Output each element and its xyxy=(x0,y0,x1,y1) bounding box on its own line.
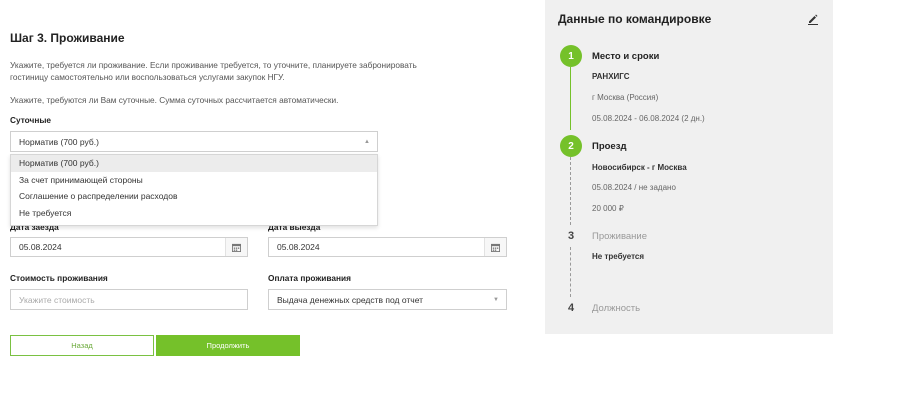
step-1-title: Место и сроки xyxy=(592,51,660,62)
dropdown-option-host-side[interactable]: За счет принимающей стороны xyxy=(11,172,377,189)
calendar-icon[interactable] xyxy=(484,238,506,256)
checkin-date-input[interactable]: 05.08.2024 xyxy=(10,237,248,257)
payment-label: Оплата проживания xyxy=(268,273,351,283)
chevron-down-icon: ▼ xyxy=(493,296,499,303)
step-1-badge: 1 xyxy=(560,45,582,67)
cost-input[interactable]: Укажите стоимость xyxy=(10,289,248,310)
panel-title: Данные по командировке xyxy=(558,12,712,26)
payment-value: Выдача денежных средств под отчет xyxy=(277,294,424,305)
timeline-connector xyxy=(570,67,571,130)
step-3-badge: 3 xyxy=(567,230,575,242)
checkout-date-input[interactable]: 05.08.2024 xyxy=(268,237,507,257)
description-line-1: Укажите, требуется ли проживание. Если п… xyxy=(10,60,417,70)
step-4-title: Должность xyxy=(592,303,641,314)
step-2-dates: 05.08.2024 / не задано xyxy=(592,183,676,192)
dropdown-option-normative[interactable]: Норматив (700 руб.) xyxy=(11,155,377,172)
step-2-title: Проезд xyxy=(592,141,627,152)
step-1-city: г Москва (Россия) xyxy=(592,93,659,102)
step-1-org: РАНХИГС xyxy=(592,72,630,81)
back-button[interactable]: Назад xyxy=(10,335,154,356)
cost-placeholder: Укажите стоимость xyxy=(19,294,95,305)
edit-icon[interactable] xyxy=(807,12,819,25)
checkout-date-value: 05.08.2024 xyxy=(277,242,320,252)
continue-button[interactable]: Продолжить xyxy=(156,335,300,356)
step-2-route: Новосибирск - г Москва xyxy=(592,163,687,172)
chevron-up-icon: ▲ xyxy=(364,138,370,145)
step-1-dates: 05.08.2024 - 06.08.2024 (2 дн.) xyxy=(592,114,705,123)
step-2-badge: 2 xyxy=(560,135,582,157)
step-title: Шаг 3. Проживание xyxy=(10,31,125,45)
daily-allowance-dropdown: Норматив (700 руб.) За счет принимающей … xyxy=(10,154,378,226)
daily-allowance-label: Суточные xyxy=(10,115,52,125)
step-4-badge: 4 xyxy=(567,302,575,314)
description-line-3: Укажите, требуются ли Вам суточные. Сумм… xyxy=(10,95,339,105)
dropdown-option-cost-sharing[interactable]: Соглашение о распределении расходов xyxy=(11,188,377,205)
dropdown-option-not-required[interactable]: Не требуется xyxy=(11,205,377,222)
step-3-title: Проживание xyxy=(592,231,648,242)
daily-allowance-select[interactable]: Норматив (700 руб.) ▲ xyxy=(10,131,378,152)
calendar-icon[interactable] xyxy=(225,238,247,256)
timeline-connector xyxy=(570,157,571,225)
trip-summary-panel: Данные по командировке 1 Место и сроки Р… xyxy=(545,0,833,334)
description-line-2: гостиницу самостоятельно или воспользова… xyxy=(10,72,285,82)
payment-select[interactable]: Выдача денежных средств под отчет ▼ xyxy=(268,289,507,310)
step-3-status: Не требуется xyxy=(592,252,645,261)
cost-label: Стоимость проживания xyxy=(10,273,108,283)
timeline-connector xyxy=(570,247,571,297)
checkin-date-value: 05.08.2024 xyxy=(19,242,62,252)
step-2-cost: 20 000 ₽ xyxy=(592,204,624,213)
daily-allowance-value: Норматив (700 руб.) xyxy=(19,136,99,147)
